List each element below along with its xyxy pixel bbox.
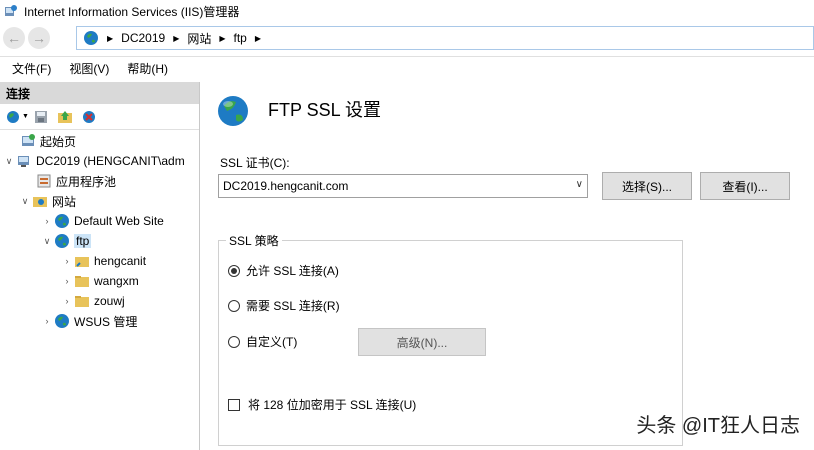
tree-node-wangxm[interactable]: › wangxm [62,272,139,290]
breadcrumb-dc2019[interactable]: DC2019 [121,31,165,45]
breadcrumb-separator-icon: ▶ [254,33,262,43]
radio-unselected-icon [228,299,240,312]
arrow-right-icon: → [32,30,46,46]
chevron-right-icon[interactable]: › [62,296,72,306]
forward-button[interactable]: → [28,27,50,49]
ssl-cert-label: SSL 证书(C): [220,156,290,170]
iis-app-icon [5,5,17,16]
breadcrumb-separator-icon: ▶ [107,33,114,43]
breadcrumb-separator-icon: ▶ [173,33,180,43]
server-icon [16,153,32,169]
ssl-cert-value: DC2019.hengcanit.com [223,179,349,193]
menu-help[interactable]: 帮助(H) [127,60,168,77]
tree-node-ftp[interactable]: ∨ ftp [42,232,92,250]
radio-selected-icon [228,264,240,277]
radio-require-ssl[interactable]: 需要 SSL 连接(R) [228,297,340,314]
breadcrumb-separator-icon: ▶ [219,33,226,43]
chevron-down-icon: ∨ [575,179,583,190]
globe-icon [84,31,98,45]
menu-bar: 文件(F) 视图(V) 帮助(H) [0,56,814,80]
menu-view[interactable]: 视图(V) [69,60,109,77]
breadcrumb-sites[interactable]: 网站 [187,30,211,47]
watermark: 头条 @IT狂人日志 [636,415,800,437]
tree-node-start-page[interactable]: 起始页 [8,132,76,150]
radio-custom[interactable]: 自定义(T) [228,333,297,350]
ftp-ssl-settings-pane: FTP SSL 设置 SSL 证书(C): DC2019.hengcanit.c… [206,82,814,450]
chevron-right-icon[interactable]: › [42,216,52,226]
select-cert-button[interactable]: 选择(S)... [602,172,692,200]
app-pool-icon [36,173,52,189]
globe-icon [54,313,70,329]
folder-icon [74,273,90,289]
advanced-button[interactable]: 高级(N)... [358,328,486,356]
ssl-policy-legend: SSL 策略 [226,232,282,249]
globe-icon [54,213,70,229]
tree-node-app-pools[interactable]: 应用程序池 [24,172,116,190]
chevron-right-icon[interactable]: › [42,316,52,326]
radio-allow-ssl[interactable]: 允许 SSL 连接(A) [228,262,339,279]
address-bar[interactable]: ▶ DC2019 ▶ 网站 ▶ ftp ▶ [76,26,814,50]
checkbox-128bit-encryption[interactable]: 将 128 位加密用于 SSL 连接(U) [228,396,416,413]
chevron-down-icon[interactable]: ▼ [22,113,29,120]
tree-node-sites[interactable]: ∨ 网站 [20,192,76,210]
sites-folder-icon [32,193,48,209]
chevron-down-icon[interactable]: ∨ [4,156,14,167]
page-title: FTP SSL 设置 [268,100,382,120]
tree-node-server[interactable]: ∨ DC2019 (HENGCANIT\adm [4,152,185,170]
connections-panel: 连接 ▼ 起始页 ∨ DC2019 (HENGCANIT\adm 应用程序池 ∨… [0,82,200,450]
globe-icon [54,233,70,249]
connect-icon[interactable] [6,109,22,125]
chevron-right-icon[interactable]: › [62,276,72,286]
virtual-folder-icon [74,253,90,269]
view-cert-button[interactable]: 查看(I)... [700,172,790,200]
connections-toolbar: ▼ [0,104,199,130]
window-title: Internet Information Services (IIS)管理器 [24,4,240,19]
menu-file[interactable]: 文件(F) [12,60,51,77]
save-icon[interactable] [33,109,49,125]
tree-node-default-web-site[interactable]: › Default Web Site [42,212,164,230]
breadcrumb-ftp[interactable]: ftp [234,31,247,45]
globe-icon [218,96,248,126]
back-button[interactable]: ← [3,27,25,49]
connections-header: 连接 [0,82,199,104]
title-bar: Internet Information Services (IIS)管理器 [0,0,814,22]
navigation-bar: ← → ▶ DC2019 ▶ 网站 ▶ ftp ▶ [0,22,814,54]
disconnect-icon[interactable] [81,109,97,125]
tree-node-zouwj[interactable]: › zouwj [62,292,125,310]
arrow-left-icon: ← [7,30,21,46]
ssl-cert-dropdown[interactable]: DC2019.hengcanit.com ∨ [218,174,588,198]
checkbox-unchecked-icon [228,398,240,411]
tree-node-wsus[interactable]: › WSUS 管理 [42,312,137,330]
radio-unselected-icon [228,335,240,348]
chevron-down-icon[interactable]: ∨ [42,236,52,247]
tree-node-hengcanit[interactable]: › hengcanit [62,252,147,270]
up-level-icon[interactable] [57,109,73,125]
start-page-icon [20,133,36,149]
chevron-right-icon[interactable]: › [62,256,72,266]
folder-icon [74,293,90,309]
chevron-down-icon[interactable]: ∨ [20,196,30,207]
